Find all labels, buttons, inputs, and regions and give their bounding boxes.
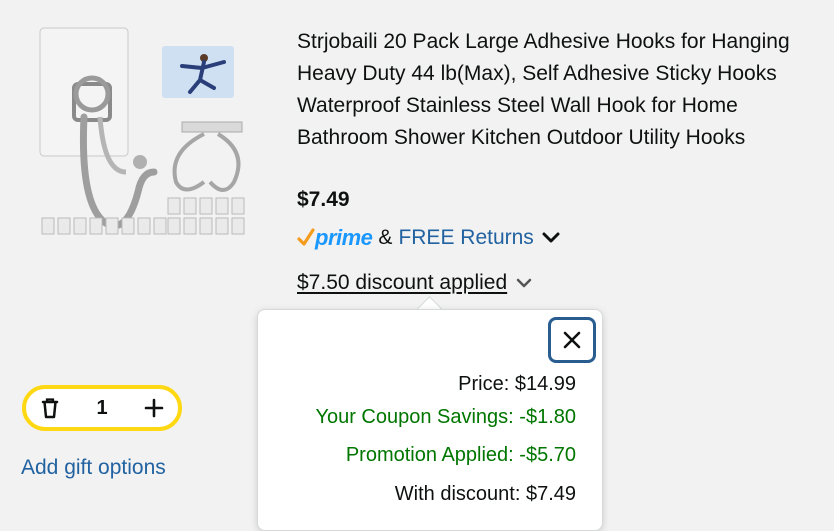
product-price: $7.49 [297, 188, 350, 211]
prime-text: prime [315, 225, 373, 250]
delete-icon [41, 398, 59, 419]
add-gift-options-link[interactable]: Add gift options [21, 456, 166, 480]
discount-applied-link[interactable]: $7.50 discount applied [297, 271, 507, 295]
free-returns-link[interactable]: FREE Returns [398, 226, 533, 250]
chevron-down-icon[interactable] [540, 230, 562, 246]
prime-logo: prime [297, 225, 373, 251]
increase-button[interactable] [142, 396, 166, 420]
popover-final-line: With discount: $7.49 [394, 483, 576, 505]
prime-row: prime & FREE Returns [297, 222, 562, 254]
discount-popover: Price: $14.99 Your Coupon Savings: -$1.8… [257, 309, 603, 531]
quantity-value: 1 [96, 396, 108, 419]
prime-check-icon [297, 228, 315, 246]
product-title[interactable]: Strjobaili 20 Pack Large Adhesive Hooks … [297, 26, 827, 154]
close-button[interactable] [548, 317, 596, 363]
amp-text: & [378, 226, 393, 249]
chevron-down-icon[interactable] [515, 276, 533, 290]
popover-price-line: Price: $14.99 [458, 373, 576, 395]
plus-icon [144, 398, 164, 418]
popover-promo-line: Promotion Applied: -$5.70 [345, 444, 576, 466]
quantity-stepper: 1 [22, 385, 182, 431]
product-image[interactable] [34, 22, 264, 252]
popover-coupon-line: Your Coupon Savings: -$1.80 [315, 406, 576, 428]
discount-row[interactable]: $7.50 discount applied [297, 268, 533, 298]
close-icon [563, 331, 581, 349]
delete-button[interactable] [38, 396, 62, 420]
